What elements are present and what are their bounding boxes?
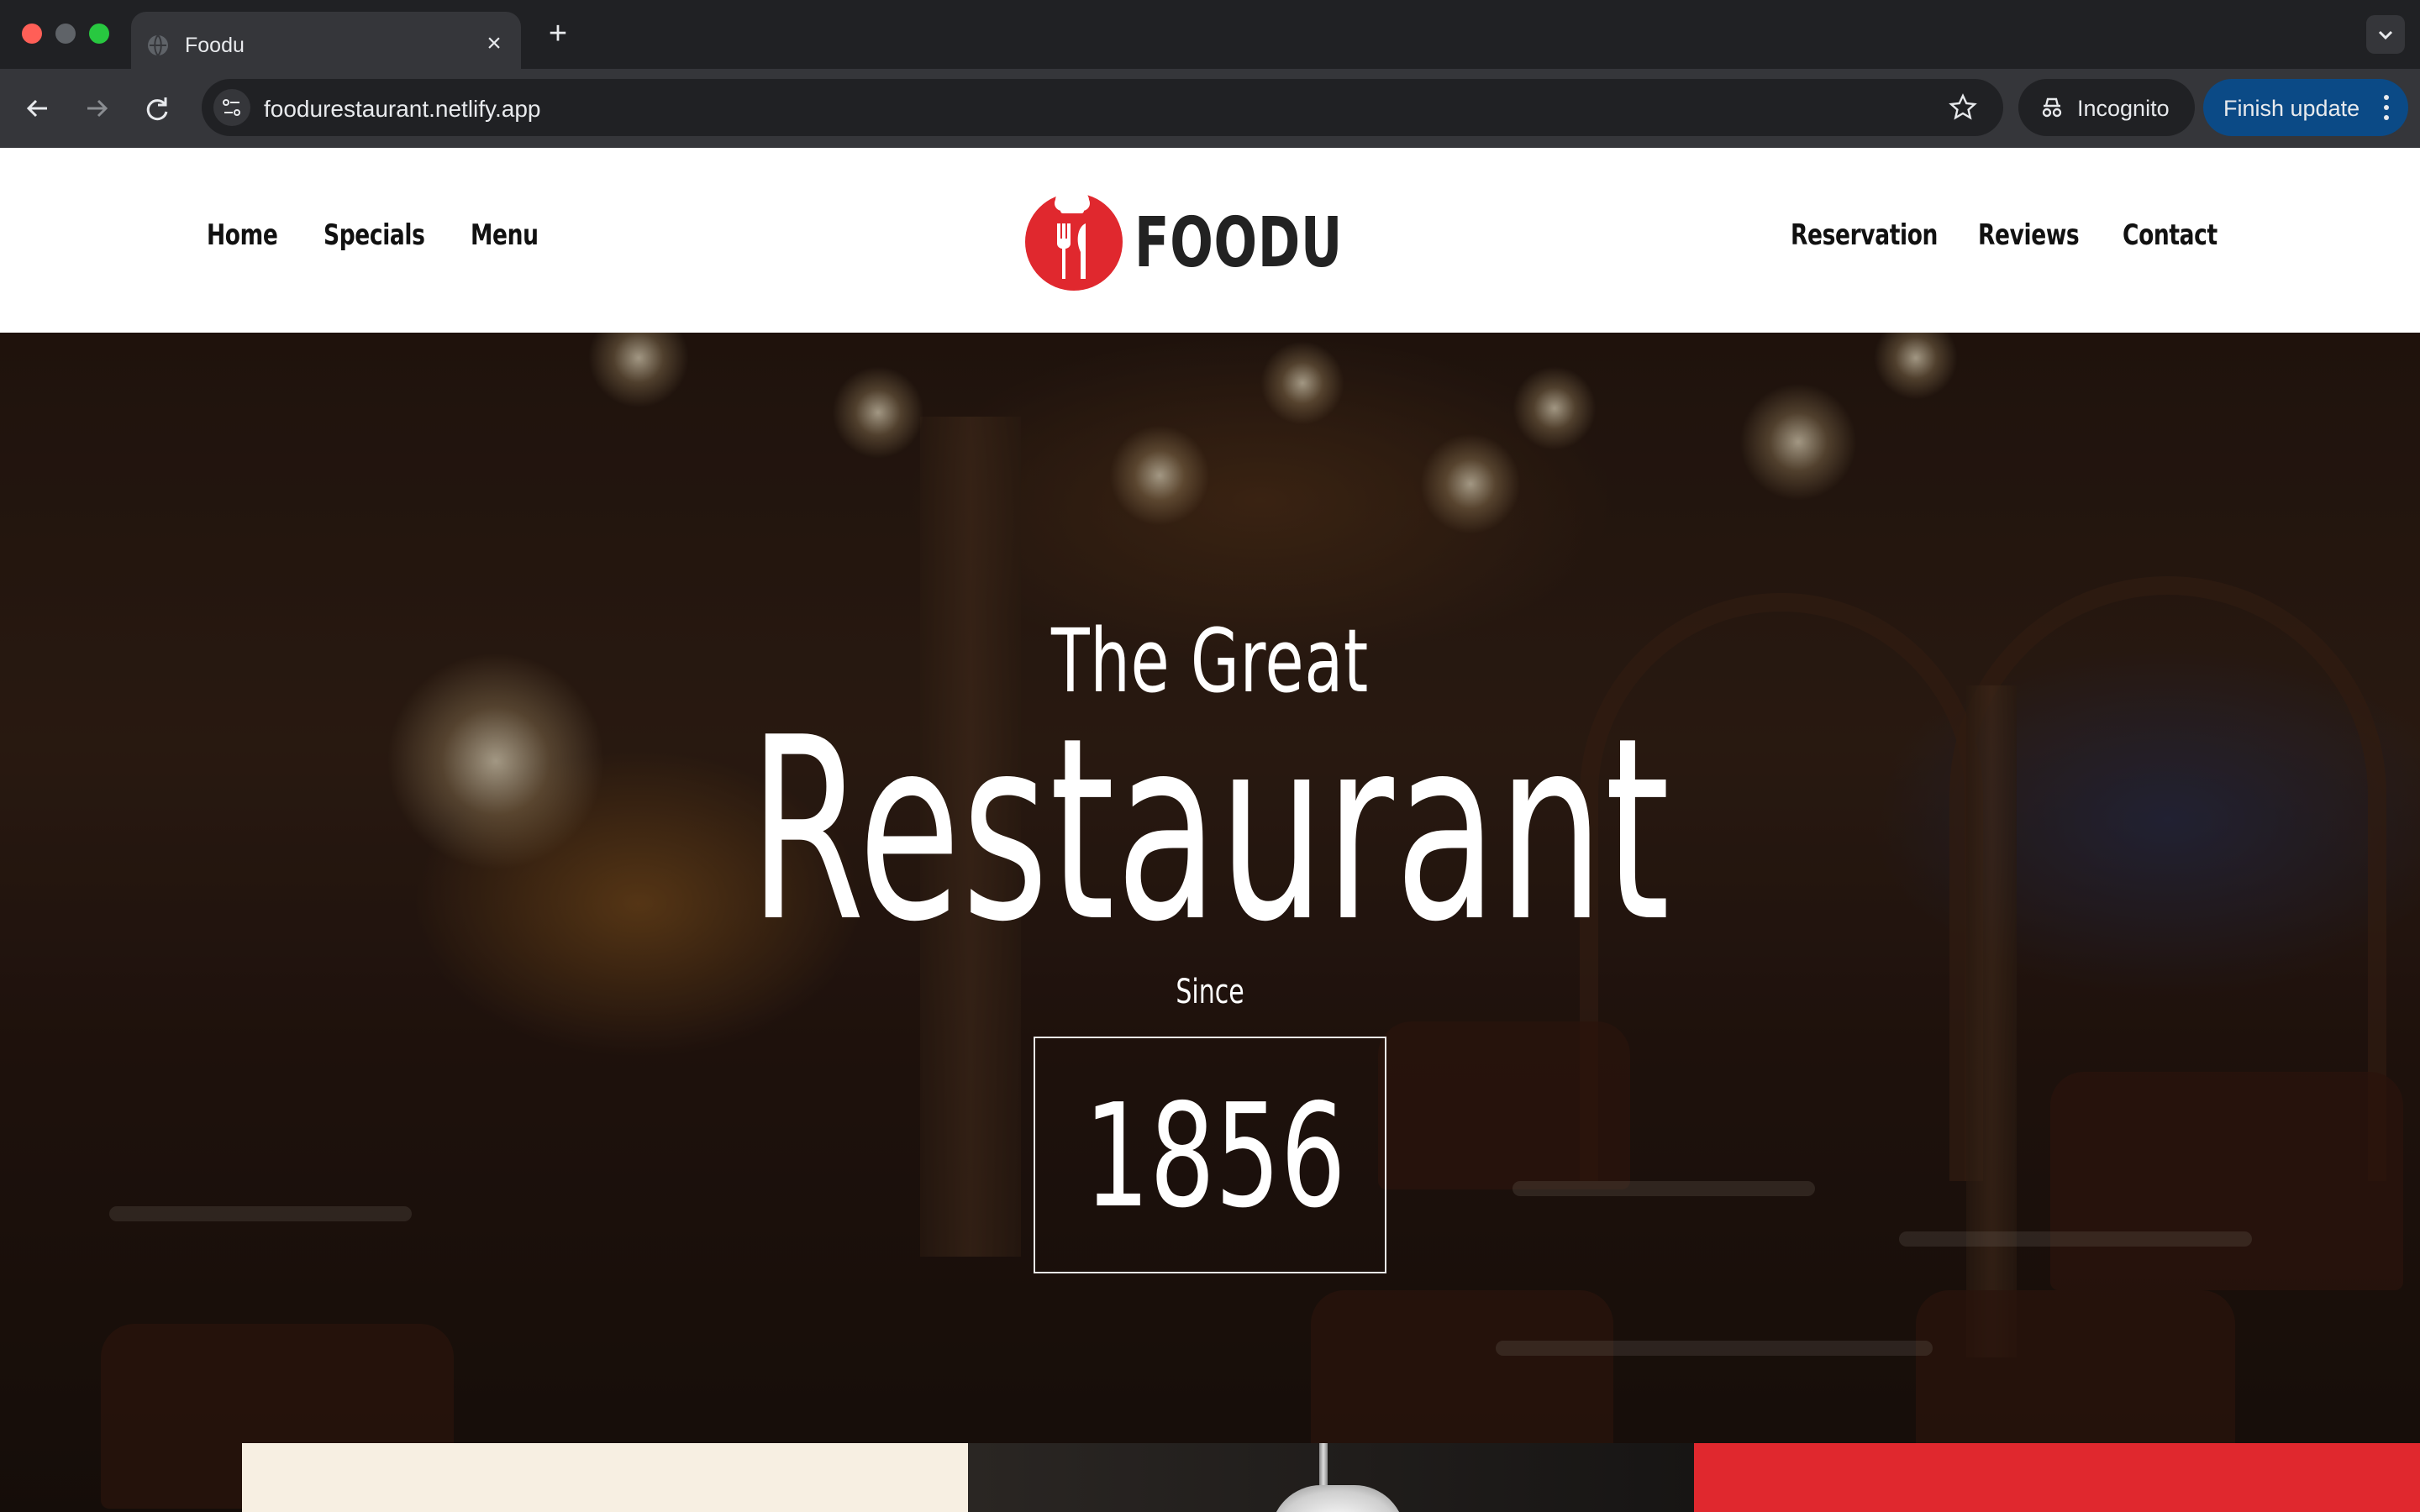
feature-card-cream xyxy=(242,1443,968,1512)
finish-update-label: Finish update xyxy=(2223,96,2360,121)
url-text[interactable]: foodurestaurant.netlify.app xyxy=(264,96,540,123)
chef-hat-cutlery-icon[interactable] xyxy=(1022,186,1126,291)
incognito-label: Incognito xyxy=(2077,96,2170,121)
brand-logo-text[interactable]: FOODU xyxy=(1134,203,1343,283)
nav-specials[interactable]: Specials xyxy=(324,218,425,252)
arrow-right-icon[interactable] xyxy=(77,89,116,128)
close-tab-icon[interactable]: × xyxy=(481,30,508,57)
hero-since-label: Since xyxy=(1176,973,1244,1011)
tab-title: Foodu xyxy=(185,34,245,57)
kebab-icon xyxy=(2384,95,2389,120)
browser-toolbar: foodurestaurant.netlify.app Incognito Fi… xyxy=(0,69,2420,148)
star-icon[interactable] xyxy=(1948,92,1978,123)
arrow-left-icon[interactable] xyxy=(18,89,57,128)
hero-year: 1856 xyxy=(1084,1074,1346,1240)
site-header: Home Specials Menu FOODU Reservation Rev… xyxy=(0,148,2420,333)
address-bar[interactable]: foodurestaurant.netlify.app xyxy=(202,79,2003,136)
hero-text: The Great Restaurant Since 1856 xyxy=(0,333,2420,1512)
incognito-indicator[interactable]: Incognito xyxy=(2018,79,2195,136)
incognito-icon xyxy=(2042,97,2062,118)
tab-search-button[interactable] xyxy=(2366,15,2405,54)
cloche-dish xyxy=(1270,1485,1405,1512)
tune-icon xyxy=(223,99,240,116)
globe-icon xyxy=(148,34,168,56)
nav-reviews[interactable]: Reviews xyxy=(1978,218,2080,252)
feature-card-image xyxy=(968,1443,1694,1512)
close-window-button[interactable] xyxy=(22,24,42,44)
reload-icon[interactable] xyxy=(138,89,176,128)
browser-tab-bar: Foodu × + xyxy=(0,0,2420,69)
new-tab-button[interactable]: + xyxy=(541,17,575,50)
nav-home[interactable]: Home xyxy=(207,218,278,252)
year-box: 1856 xyxy=(1034,1037,1386,1273)
minimize-window-button[interactable] xyxy=(55,24,76,44)
site-info-button[interactable] xyxy=(213,89,250,126)
nav-contact[interactable]: Contact xyxy=(2123,218,2217,252)
finish-update-button[interactable]: Finish update xyxy=(2203,79,2408,136)
nav-reservation[interactable]: Reservation xyxy=(1791,218,1938,252)
chevron-down-icon xyxy=(2378,30,2393,40)
hero-section: The Great Restaurant Since 1856 xyxy=(0,333,2420,1512)
maximize-window-button[interactable] xyxy=(89,24,109,44)
browser-tab[interactable]: Foodu × xyxy=(131,12,521,69)
nav-menu[interactable]: Menu xyxy=(471,218,539,252)
hero-title: Restaurant xyxy=(749,684,1671,977)
feature-card-red xyxy=(1694,1443,2420,1512)
